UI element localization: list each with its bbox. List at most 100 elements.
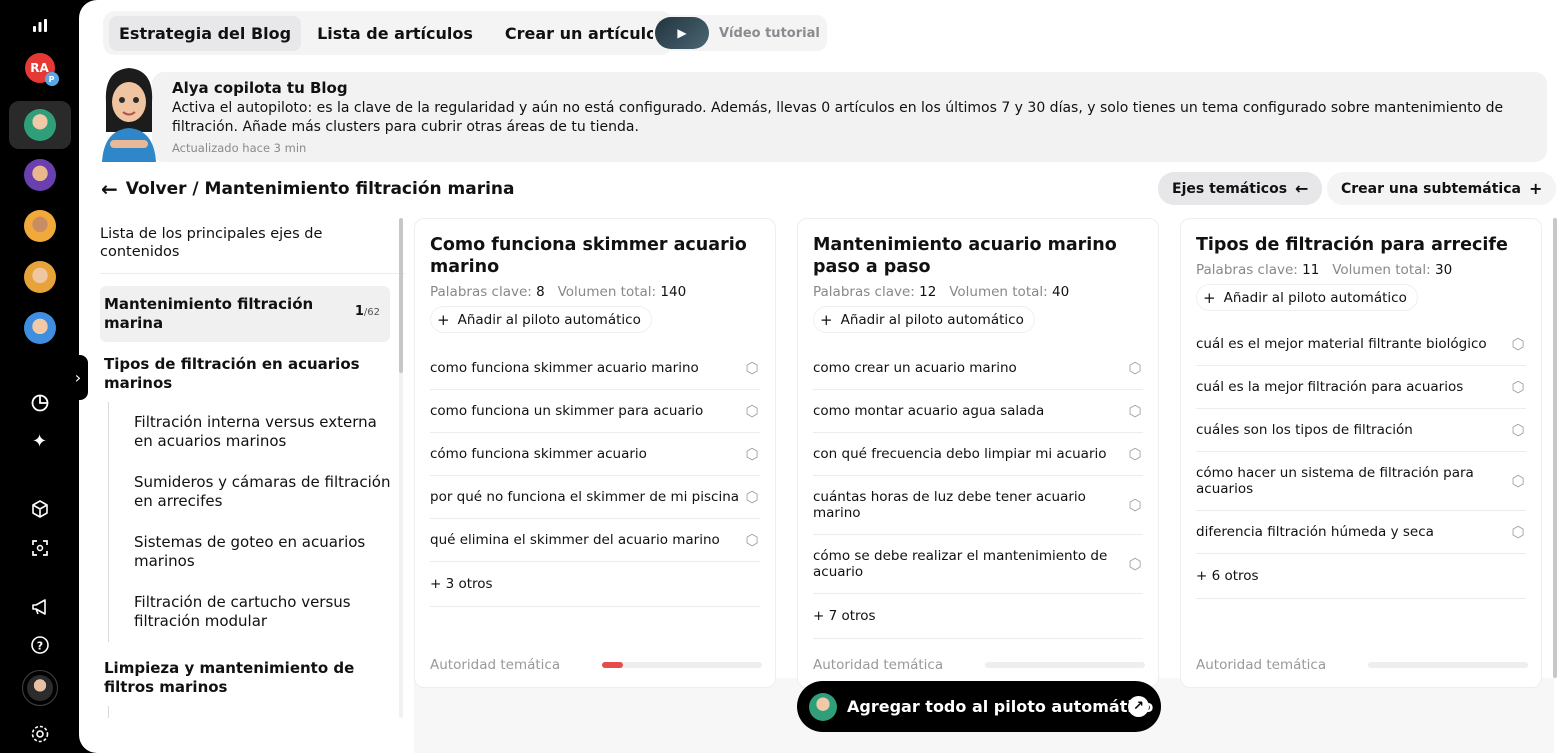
add-all-to-autopilot-button[interactable]: Agregar todo al piloto automático ↗	[797, 681, 1161, 732]
sidebar-subitem[interactable]: Sistemas de goteo en acuarios marinos	[108, 522, 405, 582]
keyword-row[interactable]: como crear un acuario marino ⬡	[813, 347, 1143, 390]
copilot-message: Activa el autopiloto: es la clave de la …	[172, 100, 1504, 135]
keyword-text: cuáles son los tipos de filtración	[1196, 422, 1413, 438]
assistant-avatar-5[interactable]	[0, 312, 79, 344]
alya-avatar[interactable]	[0, 109, 79, 141]
thematic-axes-label: Ejes temáticos	[1172, 180, 1288, 197]
hexagon-icon[interactable]: ⬡	[1510, 379, 1526, 395]
tab-create-article[interactable]: Crear un artículo	[495, 16, 667, 51]
keyword-row[interactable]: cuál es la mejor filtración para acuario…	[1196, 366, 1526, 409]
more-keywords-link[interactable]: + 6 otros	[1196, 554, 1526, 599]
sidebar-subitem[interactable]: Filtración interna versus externa en acu…	[108, 402, 405, 462]
hexagon-icon[interactable]: ⬡	[744, 532, 760, 548]
hexagon-icon[interactable]: ⬡	[744, 489, 760, 505]
video-tutorial-button[interactable]: ▶ Vídeo tutorial	[653, 15, 827, 51]
assistant-avatar-2[interactable]	[0, 159, 79, 191]
more-keywords-link[interactable]: + 3 otros	[430, 562, 760, 607]
project-badge[interactable]: RA P	[0, 52, 79, 86]
hexagon-icon[interactable]: ⬡	[1127, 556, 1143, 572]
keyword-row[interactable]: como funciona skimmer acuario marino ⬡	[430, 347, 760, 390]
add-to-autopilot-button[interactable]: + Añadir al piloto automático	[430, 306, 652, 333]
keyword-row[interactable]: cuál es el mejor material filtrante biol…	[1196, 323, 1526, 366]
scan-icon[interactable]	[0, 537, 79, 559]
sidebar-subitem[interactable]: Sumideros y cámaras de filtración en arr…	[108, 462, 405, 522]
hexagon-icon[interactable]: ⬡	[1127, 403, 1143, 419]
hexagon-icon[interactable]: ⬡	[1127, 497, 1143, 513]
hexagon-icon[interactable]: ⬡	[1510, 336, 1526, 352]
authority-bar	[602, 662, 762, 668]
keyword-row[interactable]: qué elimina el skimmer del acuario marin…	[430, 519, 760, 562]
sidebar-scrollbar[interactable]	[399, 218, 403, 718]
sidebar-group[interactable]: Limpieza y mantenimiento de filtros mari…	[100, 650, 405, 706]
plus-icon: +	[820, 310, 833, 329]
keyword-row[interactable]: cómo hacer un sistema de filtración para…	[1196, 452, 1526, 511]
hexagon-icon[interactable]: ⬡	[1510, 473, 1526, 489]
hexagon-icon[interactable]: ⬡	[1127, 360, 1143, 376]
cards-scrollbar[interactable]	[1553, 218, 1557, 678]
hexagon-icon[interactable]: ⬡	[744, 360, 760, 376]
play-icon: ▶	[655, 17, 709, 49]
hexagon-icon[interactable]: ⬡	[1510, 422, 1526, 438]
sidebar-subitem[interactable]: Filtración de cartucho versus filtración…	[108, 582, 405, 642]
keyword-list: cuál es el mejor material filtrante biol…	[1196, 323, 1526, 599]
authority-row: Autoridad temática	[813, 657, 1145, 673]
thematic-axes-button[interactable]: Ejes temáticos ←	[1158, 172, 1323, 205]
card-title: Como funciona skimmer acuario marino	[430, 235, 747, 277]
hexagon-icon[interactable]: ⬡	[1510, 524, 1526, 540]
create-subtopic-button[interactable]: Crear una subtemática +	[1327, 172, 1557, 205]
keyword-text: cuál es la mejor filtración para acuario…	[1196, 379, 1464, 395]
keyword-row[interactable]: diferencia filtración húmeda y seca ⬡	[1196, 511, 1526, 554]
card-title: Tipos de filtración para arrecife	[1196, 235, 1508, 255]
main-panel: Estrategia del Blog Lista de artículos C…	[79, 0, 1568, 753]
sparkles-icon[interactable]: ✦	[0, 431, 79, 453]
add-to-autopilot-button[interactable]: + Añadir al piloto automático	[813, 306, 1035, 333]
keyword-row[interactable]: por qué no funciona el skimmer de mi pis…	[430, 476, 760, 519]
back-link[interactable]: ← Volver / Mantenimiento filtración mari…	[101, 177, 515, 201]
assistant-avatar-3[interactable]	[0, 210, 79, 242]
keyword-row[interactable]: cómo funciona skimmer acuario ⬡	[430, 433, 760, 476]
keyword-row[interactable]: como montar acuario agua salada ⬡	[813, 390, 1143, 433]
copilot-banner: Alya copilota tu Blog Activa el autopilo…	[96, 62, 1547, 162]
more-keywords-link[interactable]: + 7 otros	[813, 594, 1143, 639]
sidebar-subitem[interactable]: Cómo limpiar filtros de	[108, 706, 405, 718]
topic-card: Tipos de filtración para arrecife Palabr…	[1180, 218, 1542, 688]
keyword-text: cómo hacer un sistema de filtración para…	[1196, 465, 1474, 497]
keyword-text: cómo se debe realizar el mantenimiento d…	[813, 548, 1108, 580]
chevron-right-icon: ›	[74, 368, 82, 387]
video-tutorial-label: Vídeo tutorial	[719, 25, 820, 41]
box-icon[interactable]	[0, 498, 79, 520]
keyword-text: como funciona un skimmer para acuario	[430, 403, 704, 419]
expand-sidebar-button[interactable]: ›	[68, 355, 88, 400]
card-meta: Palabras clave: 12 Volumen total: 40	[813, 284, 1070, 300]
add-to-autopilot-button[interactable]: + Añadir al piloto automático	[1196, 284, 1418, 311]
keyword-list: como funciona skimmer acuario marino ⬡ co…	[430, 347, 760, 607]
hexagon-icon[interactable]: ⬡	[744, 403, 760, 419]
topic-card: Como funciona skimmer acuario marino Pal…	[414, 218, 776, 688]
analytics-icon[interactable]	[0, 14, 79, 36]
sidebar-scroll-thumb[interactable]	[399, 218, 403, 373]
sidebar-group[interactable]: Tipos de filtración en acuarios marinos	[100, 346, 405, 402]
add-to-autopilot-label: Añadir al piloto automático	[457, 311, 641, 328]
user-avatar[interactable]	[0, 670, 79, 706]
megaphone-icon[interactable]	[0, 596, 79, 618]
keyword-text: por qué no funciona el skimmer de mi pis…	[430, 489, 740, 505]
settings-icon[interactable]	[0, 723, 79, 745]
plus-icon: +	[1528, 179, 1543, 198]
keyword-row[interactable]: cuáles son los tipos de filtración ⬡	[1196, 409, 1526, 452]
keyword-row[interactable]: cuántas horas de luz debe tener acuario …	[813, 476, 1143, 535]
tab-blog-strategy[interactable]: Estrategia del Blog	[109, 15, 302, 51]
keyword-row[interactable]: cómo se debe realizar el mantenimiento d…	[813, 535, 1143, 594]
sidebar-item-active[interactable]: Mantenimiento filtración marina 1/62	[100, 286, 390, 342]
keyword-text: como crear un acuario marino	[813, 360, 1017, 376]
help-icon[interactable]: ?	[0, 634, 79, 656]
assistant-avatar-4[interactable]	[0, 261, 79, 293]
copilot-updated: Actualizado hace 3 min	[172, 141, 307, 155]
alya-avatar	[809, 692, 837, 721]
add-to-autopilot-label: Añadir al piloto automático	[1223, 289, 1407, 306]
hexagon-icon[interactable]: ⬡	[744, 446, 760, 462]
tab-article-list[interactable]: Lista de artículos	[307, 16, 483, 51]
hexagon-icon[interactable]: ⬡	[1127, 446, 1143, 462]
keyword-row[interactable]: con qué frecuencia debo limpiar mi acuar…	[813, 433, 1143, 476]
keyword-row[interactable]: como funciona un skimmer para acuario ⬡	[430, 390, 760, 433]
arrow-up-right-icon: ↗	[1128, 696, 1149, 717]
